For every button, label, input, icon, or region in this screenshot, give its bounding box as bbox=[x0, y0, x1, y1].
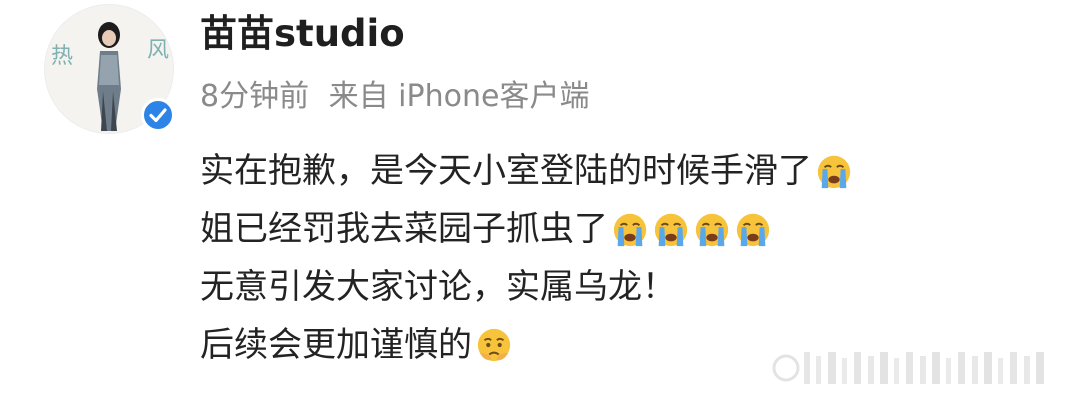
avatar-container[interactable]: 热 风 bbox=[44, 4, 176, 136]
post-time[interactable]: 8分钟前 bbox=[200, 79, 309, 114]
verified-badge-icon bbox=[141, 98, 175, 132]
post-source: 来自 iPhone客户端 bbox=[328, 79, 590, 114]
crying-face-icon bbox=[654, 213, 688, 247]
username-link[interactable]: 苗苗studio bbox=[200, 10, 405, 58]
crying-face-icon bbox=[736, 213, 770, 247]
checkmark-icon bbox=[149, 108, 167, 123]
crying-face-icon bbox=[613, 213, 647, 247]
post-line-text: 实在抱歉，是今天小室登陆的时候手滑了 bbox=[200, 151, 812, 191]
post-line-3: 无意引发大家讨论，实属乌龙！ bbox=[200, 258, 960, 316]
avatar-text-right: 风 bbox=[147, 38, 169, 63]
avatar-text-left: 热 bbox=[51, 44, 73, 69]
crying-face-icon bbox=[817, 155, 851, 189]
crying-face-icon bbox=[695, 213, 729, 247]
post-line-1: 实在抱歉，是今天小室登陆的时候手滑了 bbox=[200, 142, 960, 200]
post-line-text: 无意引发大家讨论，实属乌龙！ bbox=[200, 267, 676, 307]
post-body: 实在抱歉，是今天小室登陆的时候手滑了 姐已经罚我去菜园子抓虫了 无意引发大家讨论… bbox=[200, 142, 960, 374]
post-meta: 8分钟前 来自 iPhone客户端 bbox=[200, 76, 589, 118]
post-line-text: 后续会更加谨慎的 bbox=[200, 325, 472, 365]
post-line-text: 姐已经罚我去菜园子抓虫了 bbox=[200, 209, 608, 249]
pleading-face-icon bbox=[477, 328, 511, 362]
watermark-icon bbox=[772, 352, 1044, 384]
post-line-2: 姐已经罚我去菜园子抓虫了 bbox=[200, 200, 960, 258]
